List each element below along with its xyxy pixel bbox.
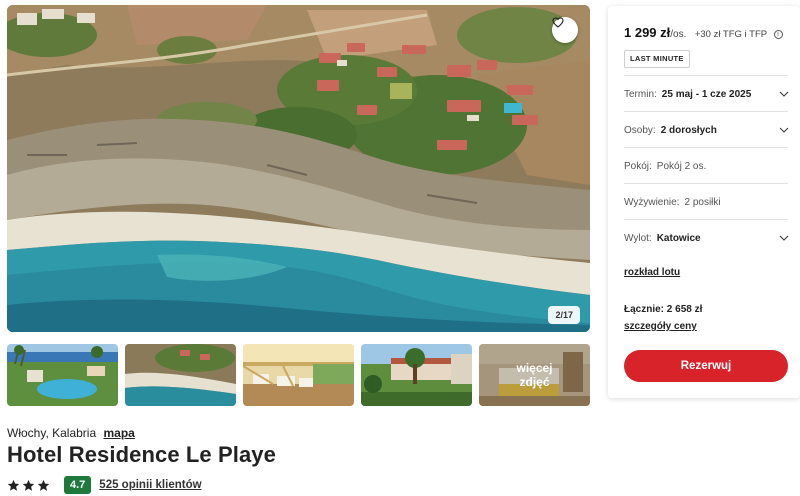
departure-selector[interactable]: Wylot: Katowice	[624, 228, 790, 248]
thumbnail-pool[interactable]	[7, 344, 118, 406]
thumbnail-more-photos[interactable]: więcej zdjęć	[479, 344, 590, 406]
star-icon	[22, 479, 35, 491]
board-value: 2 posiłki	[684, 196, 721, 208]
score-badge: 4.7	[64, 476, 92, 494]
heart-icon	[552, 17, 564, 28]
term-label: Termin:	[624, 88, 657, 100]
departure-label: Wylot:	[624, 232, 652, 244]
price-per-person: /os.	[670, 29, 687, 40]
departure-value: Katowice	[656, 232, 701, 244]
favorite-button[interactable]	[552, 17, 578, 43]
room-value: Pokój 2 os.	[656, 160, 707, 172]
price-details-link[interactable]: szczegóły ceny	[624, 321, 697, 332]
flight-schedule-link[interactable]: rozkład lotu	[624, 267, 680, 278]
reviews-link[interactable]: 525 opinii klientów	[99, 479, 201, 491]
people-selector[interactable]: Osoby: 2 dorosłych	[624, 120, 790, 140]
price-extra-fees: +30 zł TFG i TFP	[694, 29, 768, 40]
room-label: Pokój:	[624, 160, 652, 172]
info-icon[interactable]: i	[773, 30, 783, 39]
total-price: Łącznie: 2 658 zł	[624, 304, 703, 315]
divider	[624, 147, 788, 148]
board-row: Wyżywienie: 2 posiłki	[624, 192, 790, 212]
last-minute-badge: LAST MINUTE	[624, 50, 690, 68]
price-row: 1 299 zł/os. +30 zł TFG i TFP i	[624, 24, 783, 42]
divider	[624, 183, 788, 184]
hotel-title: Hotel Residence Le Playe	[7, 442, 276, 467]
chevron-down-icon	[779, 235, 789, 241]
thumbnail-garden[interactable]	[361, 344, 472, 406]
reserve-button[interactable]: Rezerwuj	[624, 350, 788, 382]
map-link[interactable]: mapa	[104, 426, 135, 440]
thumbnail-strip: więcej zdjęć	[7, 344, 590, 406]
star-icon	[7, 479, 20, 491]
location-text: Włochy, Kalabria	[7, 426, 97, 440]
location: Włochy, Kalabria mapa	[7, 426, 135, 440]
main-photo[interactable]: 2/17	[7, 5, 590, 332]
hotel-stars	[7, 479, 50, 492]
divider	[624, 219, 788, 220]
room-row: Pokój: Pokój 2 os.	[624, 156, 790, 176]
thumbnail-coast[interactable]	[125, 344, 236, 406]
divider	[624, 75, 788, 76]
people-value: 2 dorosłych	[660, 124, 717, 136]
thumbnail-restaurant[interactable]	[243, 344, 354, 406]
star-icon	[37, 479, 50, 491]
aerial-coast-image	[7, 5, 590, 332]
more-photos-label: więcej zdjęć	[479, 344, 590, 406]
chevron-down-icon	[779, 127, 789, 133]
photo-counter: 2/17	[548, 306, 580, 324]
divider	[624, 111, 788, 112]
price: 1 299 zł	[624, 25, 671, 40]
rating-row: 4.7 525 opinii klientów	[7, 476, 202, 494]
booking-panel: 1 299 zł/os. +30 zł TFG i TFP i LAST MIN…	[608, 6, 800, 398]
term-selector[interactable]: Termin: 25 maj - 1 cze 2025	[624, 84, 790, 104]
board-label: Wyżywienie:	[624, 196, 680, 208]
term-value: 25 maj - 1 cze 2025	[661, 88, 752, 100]
people-label: Osoby:	[624, 124, 656, 136]
chevron-down-icon	[779, 91, 789, 97]
